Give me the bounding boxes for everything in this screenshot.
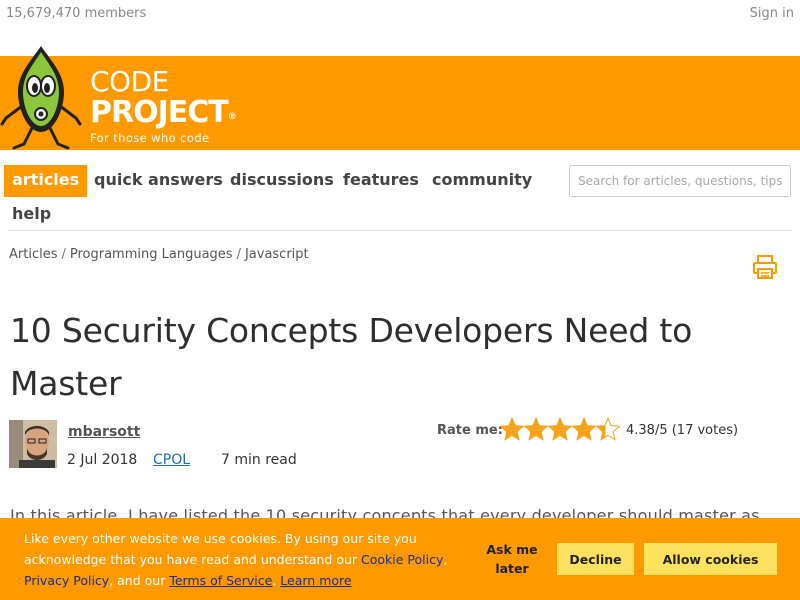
cookie-and-our: , and our [109,573,170,588]
nav-help[interactable]: help [12,199,51,231]
breadcrumb-javascript[interactable]: Javascript [245,247,309,262]
logo-line1: CODE [90,65,169,98]
avatar-image [9,420,57,468]
nav-quick-answers[interactable]: quick answers [94,165,223,197]
star-icon[interactable] [523,417,549,441]
breadcrumb: Articles / Programming Languages / Javascrip… [9,247,309,262]
nav-features[interactable]: features [343,165,419,197]
breadcrumb-separator: / [61,247,66,262]
breadcrumb-articles[interactable]: Articles [9,247,57,262]
breadcrumb-separator: / [236,247,241,262]
nav-divider [8,230,792,231]
rate-me-label: Rate me: [437,423,503,438]
cookie-text-intro: Like every other website we use cookies.… [24,531,417,567]
codeproject-logo[interactable]: CODE PROJECT® For those who code [90,65,237,146]
print-icon[interactable] [752,254,778,280]
breadcrumb-programming-languages[interactable]: Programming Languages [70,247,233,262]
star-icon[interactable] [547,417,573,441]
registered-mark: ® [227,112,237,122]
cookie-message: Like every other website we use cookies.… [24,528,474,591]
members-count: 15,679,470 members [6,6,147,21]
cookie-comma: , [443,552,448,567]
nav-discussions[interactable]: discussions [230,165,334,197]
nav-articles[interactable]: articles [4,165,88,197]
nav-community[interactable]: community [432,165,532,197]
star-icon[interactable] [595,417,620,441]
learn-more-link[interactable]: Learn more [280,573,351,588]
logo-tagline: For those who code [90,131,210,145]
article-title: 10 Security Concepts Developers Need to … [10,311,693,403]
star-icon[interactable] [500,417,525,441]
rating-summary: 4.38/5 (17 votes) [626,423,739,438]
cookie-policy-link[interactable]: Cookie Policy [361,552,443,567]
star-rating[interactable] [500,417,620,443]
article-body-snippet: In this article, I have listed the 10 se… [10,506,760,518]
read-time: 7 min read [221,452,297,468]
search-input[interactable] [569,165,791,197]
logo-project-text: PROJECT [90,95,229,130]
star-icon[interactable] [571,417,597,441]
privacy-policy-link[interactable]: Privacy Policy [24,573,109,588]
author-name[interactable]: mbarsott [68,424,140,440]
ask-me-later-button[interactable]: Ask me later [484,540,540,578]
decline-cookies-button[interactable]: Decline [557,543,634,575]
license-link[interactable]: CPOL [153,452,190,468]
author-avatar[interactable] [9,420,57,468]
top-bar: 15,679,470 members Sign in [0,0,800,56]
allow-cookies-button[interactable]: Allow cookies [644,543,777,575]
bob-mascot-logo[interactable] [0,44,82,156]
article-date: 2 Jul 2018 [67,452,138,468]
logo-line2: PROJECT® [90,95,237,130]
sign-in-link[interactable]: Sign in [750,6,794,21]
terms-of-service-link[interactable]: Terms of Service [169,573,272,588]
